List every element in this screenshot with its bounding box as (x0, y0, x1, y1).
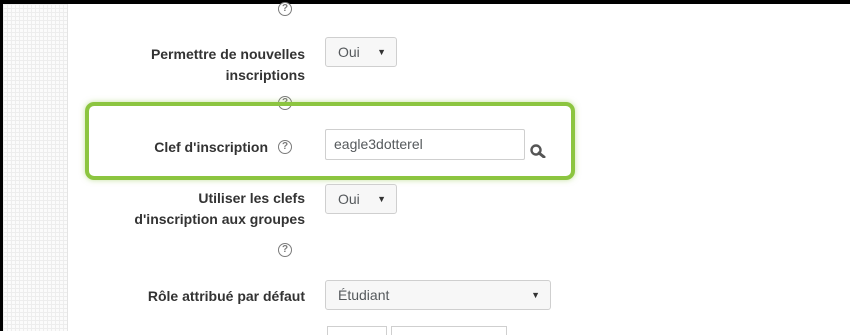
clefs-groupes-select-value: Oui (338, 191, 360, 207)
screenshot-top-border (0, 0, 850, 4)
help-icon-clefs-groupes[interactable]: ? (278, 243, 292, 257)
permettre-label-line1: Permettre de nouvelles (150, 46, 305, 62)
clef-label-text: Clef d'inscription (154, 139, 268, 155)
role-label-text: Rôle attribué par défaut (147, 288, 305, 304)
caret-down-icon: ▼ (377, 194, 386, 204)
clefs-groupes-select[interactable]: Oui ▼ (325, 184, 397, 214)
clef-input[interactable]: eagle3dotterel (325, 129, 525, 160)
caret-down-icon: ▼ (377, 47, 386, 57)
role-select[interactable]: Étudiant ▼ (325, 280, 551, 310)
permettre-label: Permettre de nouvelles inscriptions (65, 44, 305, 86)
clef-input-value: eagle3dotterel (334, 136, 423, 152)
help-icon-clef[interactable]: ? (278, 140, 292, 154)
caret-down-icon: ▼ (531, 290, 540, 300)
role-label: Rôle attribué par défaut (65, 286, 305, 307)
search-icon[interactable] (530, 144, 546, 158)
permettre-select[interactable]: Oui ▼ (325, 37, 397, 67)
clefs-groupes-label: Utiliser les clefs d'inscription aux gro… (65, 188, 305, 230)
help-icon-prev[interactable]: ? (278, 2, 292, 16)
clefs-groupes-label-line1: Utiliser les clefs (198, 190, 305, 206)
role-select-value: Étudiant (338, 287, 390, 303)
clef-label: Clef d'inscription (28, 137, 268, 158)
permettre-label-line2: inscriptions (225, 67, 305, 83)
clefs-groupes-label-line2: d'inscription aux groupes (134, 211, 305, 227)
page-gutter (3, 4, 68, 331)
permettre-select-value: Oui (338, 44, 360, 60)
